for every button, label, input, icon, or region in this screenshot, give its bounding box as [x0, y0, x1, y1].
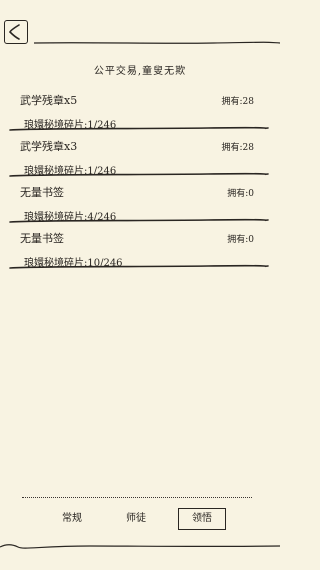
tab-comprehension[interactable]: 领悟: [178, 508, 226, 530]
row-divider: [9, 126, 269, 131]
page-title: 公平交易,童叟无欺: [93, 66, 187, 77]
trade-row[interactable]: 无量书签 拥有:0 琅嬛秘境碎片:10/246: [0, 226, 280, 272]
footer-divider: [0, 544, 280, 549]
tab-bar-divider: [22, 497, 252, 498]
back-arrow-icon: [9, 24, 20, 40]
tab-regular[interactable]: 常规: [50, 508, 94, 530]
reward-label: 无量书签: [20, 186, 64, 199]
owned-count: 拥有:28: [221, 97, 255, 107]
back-button[interactable]: [4, 20, 28, 44]
row-divider: [9, 172, 269, 177]
reward-label: 武学残章x5: [20, 94, 78, 107]
tab-master-apprentice[interactable]: 师徒: [114, 508, 158, 530]
owned-count: 拥有:0: [227, 189, 254, 199]
trade-row[interactable]: 武学残章x5 拥有:28 琅嬛秘境碎片:1/246: [0, 88, 280, 134]
row-divider: [9, 264, 269, 269]
owned-count: 拥有:28: [221, 143, 255, 153]
header-divider: [34, 40, 280, 46]
reward-label: 武学残章x3: [20, 140, 78, 153]
tab-bar: 常规 师徒 领悟: [0, 508, 280, 530]
trade-row[interactable]: 武学残章x3 拥有:28 琅嬛秘境碎片:1/246: [0, 134, 280, 180]
trade-row[interactable]: 无量书签 拥有:0 琅嬛秘境碎片:4/246: [0, 180, 280, 226]
reward-label: 无量书签: [20, 232, 64, 245]
owned-count: 拥有:0: [227, 235, 254, 245]
trade-list: 武学残章x5 拥有:28 琅嬛秘境碎片:1/246 武学残章x3 拥有:28 琅…: [0, 88, 280, 272]
row-divider: [9, 218, 269, 223]
